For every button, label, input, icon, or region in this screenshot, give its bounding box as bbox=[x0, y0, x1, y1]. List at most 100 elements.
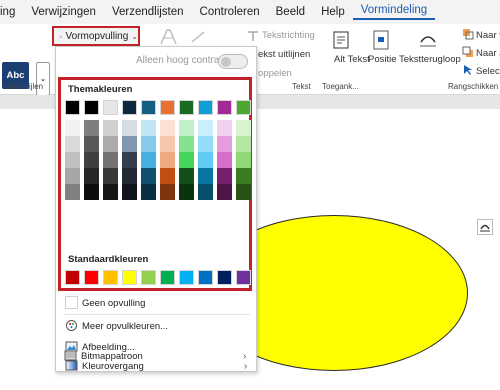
theme-shade-swatch[interactable] bbox=[236, 120, 251, 136]
theme-shade-swatch[interactable] bbox=[122, 184, 137, 200]
theme-shade-swatch[interactable] bbox=[141, 168, 156, 184]
theme-shade-swatch[interactable] bbox=[84, 120, 99, 136]
theme-shade-swatch[interactable] bbox=[236, 152, 251, 168]
theme-shade-swatch[interactable] bbox=[103, 136, 118, 152]
shape-fill-dropdown: Alleen hoog contrast Themakleuren Standa… bbox=[55, 46, 257, 372]
theme-shade-swatch[interactable] bbox=[103, 152, 118, 168]
theme-shade-swatch[interactable] bbox=[179, 152, 194, 168]
theme-shade-swatch[interactable] bbox=[160, 184, 175, 200]
theme-shade-swatch[interactable] bbox=[179, 120, 194, 136]
theme-shade-swatch[interactable] bbox=[179, 136, 194, 152]
theme-color-swatch[interactable] bbox=[84, 100, 99, 115]
theme-shade-swatch[interactable] bbox=[217, 168, 232, 184]
position-button[interactable]: Positie bbox=[368, 54, 397, 65]
text-align-button[interactable]: ekst uitlijnen bbox=[258, 49, 310, 60]
theme-shade-swatch[interactable] bbox=[217, 184, 232, 200]
bring-forward-button[interactable]: Naar v bbox=[476, 30, 500, 41]
theme-color-swatch[interactable] bbox=[103, 100, 118, 115]
texture-fill-item[interactable]: Bitmappatroon › bbox=[55, 346, 255, 366]
standard-color-swatch[interactable] bbox=[84, 270, 99, 285]
theme-color-swatch[interactable] bbox=[141, 100, 156, 115]
theme-shade-swatch[interactable] bbox=[198, 152, 213, 168]
send-backward-button[interactable]: Naar a bbox=[476, 48, 500, 59]
high-contrast-toggle[interactable] bbox=[218, 54, 248, 69]
theme-shade-swatch[interactable] bbox=[160, 120, 175, 136]
menu-bar: ing Verwijzingen Verzendlijsten Controle… bbox=[0, 0, 500, 24]
theme-color-swatch[interactable] bbox=[122, 100, 137, 115]
standard-color-swatch[interactable] bbox=[103, 270, 118, 285]
tab-controleren[interactable]: Controleren bbox=[192, 6, 268, 18]
chevron-down-icon: ⌄ bbox=[131, 31, 138, 41]
text-direction-button[interactable]: Tekstrichting bbox=[262, 30, 315, 41]
theme-shade-swatch[interactable] bbox=[122, 120, 137, 136]
alt-text-button[interactable]: Alt Tekst bbox=[334, 54, 370, 65]
theme-color-swatch[interactable] bbox=[198, 100, 213, 115]
theme-shade-swatch[interactable] bbox=[84, 184, 99, 200]
theme-color-swatch[interactable] bbox=[65, 100, 80, 115]
theme-color-swatch[interactable] bbox=[160, 100, 175, 115]
theme-shade-swatch[interactable] bbox=[160, 136, 175, 152]
color-wheel-icon bbox=[66, 320, 77, 331]
theme-shade-swatch[interactable] bbox=[217, 120, 232, 136]
theme-shade-swatch[interactable] bbox=[65, 184, 80, 200]
tab-vormindeling[interactable]: Vormindeling bbox=[352, 4, 436, 20]
theme-color-swatch[interactable] bbox=[179, 100, 194, 115]
more-fill-colors-item[interactable]: Meer opvulkleuren... bbox=[56, 316, 256, 336]
theme-shade-swatch[interactable] bbox=[217, 136, 232, 152]
tab-verwijzingen[interactable]: Verwijzingen bbox=[23, 6, 104, 18]
tab-beeld[interactable]: Beeld bbox=[268, 6, 313, 18]
theme-shade-swatch[interactable] bbox=[122, 136, 137, 152]
no-fill-item[interactable]: Geen opvulling bbox=[56, 293, 256, 313]
position-icon bbox=[373, 30, 389, 50]
layout-options-icon bbox=[480, 224, 490, 232]
theme-shade-swatch[interactable] bbox=[103, 120, 118, 136]
theme-shade-swatch[interactable] bbox=[198, 168, 213, 184]
theme-shade-swatch[interactable] bbox=[122, 168, 137, 184]
theme-shade-swatch[interactable] bbox=[141, 120, 156, 136]
theme-shade-swatch[interactable] bbox=[198, 120, 213, 136]
create-link-button[interactable]: oppelen bbox=[258, 68, 292, 79]
theme-shade-swatch[interactable] bbox=[84, 152, 99, 168]
theme-shade-swatch[interactable] bbox=[179, 184, 194, 200]
theme-shade-swatch[interactable] bbox=[179, 168, 194, 184]
theme-shade-swatch[interactable] bbox=[122, 152, 137, 168]
theme-shade-swatch[interactable] bbox=[65, 136, 80, 152]
no-fill-label: Geen opvulling bbox=[82, 297, 146, 309]
standard-color-swatch[interactable] bbox=[236, 270, 251, 285]
theme-shade-swatch[interactable] bbox=[236, 184, 251, 200]
theme-shade-swatch[interactable] bbox=[141, 184, 156, 200]
layout-options-button[interactable] bbox=[477, 219, 493, 235]
theme-shade-swatch[interactable] bbox=[236, 136, 251, 152]
standard-color-swatch[interactable] bbox=[122, 270, 137, 285]
theme-shade-swatch[interactable] bbox=[198, 136, 213, 152]
standard-color-swatch[interactable] bbox=[141, 270, 156, 285]
theme-shade-swatch[interactable] bbox=[160, 152, 175, 168]
wrap-text-button[interactable]: Tekstterugloop bbox=[399, 54, 461, 65]
standard-color-swatch[interactable] bbox=[179, 270, 194, 285]
theme-shade-swatch[interactable] bbox=[160, 168, 175, 184]
theme-shade-swatch[interactable] bbox=[198, 184, 213, 200]
theme-shade-swatch[interactable] bbox=[65, 168, 80, 184]
shape-fill-button[interactable]: Vormopvulling ⌄ bbox=[52, 26, 140, 46]
theme-color-swatch[interactable] bbox=[217, 100, 232, 115]
standard-color-swatch[interactable] bbox=[65, 270, 80, 285]
theme-shade-swatch[interactable] bbox=[141, 136, 156, 152]
tab-help[interactable]: Help bbox=[313, 6, 353, 18]
theme-shade-swatch[interactable] bbox=[65, 152, 80, 168]
standard-color-swatch[interactable] bbox=[217, 270, 232, 285]
theme-shade-swatch[interactable] bbox=[65, 120, 80, 136]
theme-shade-swatch[interactable] bbox=[84, 168, 99, 184]
standard-color-swatch[interactable] bbox=[160, 270, 175, 285]
tab-ing[interactable]: ing bbox=[0, 6, 23, 18]
theme-shade-swatch[interactable] bbox=[217, 152, 232, 168]
texture-icon bbox=[64, 350, 77, 361]
standard-color-swatch[interactable] bbox=[198, 270, 213, 285]
theme-shade-swatch[interactable] bbox=[84, 136, 99, 152]
tab-verzendlijsten[interactable]: Verzendlijsten bbox=[104, 6, 192, 18]
theme-color-swatch[interactable] bbox=[236, 100, 251, 115]
theme-shade-swatch[interactable] bbox=[103, 168, 118, 184]
theme-shade-swatch[interactable] bbox=[141, 152, 156, 168]
theme-shade-swatch[interactable] bbox=[103, 184, 118, 200]
selection-pane-button[interactable]: Selecti bbox=[476, 66, 500, 77]
theme-shade-swatch[interactable] bbox=[236, 168, 251, 184]
